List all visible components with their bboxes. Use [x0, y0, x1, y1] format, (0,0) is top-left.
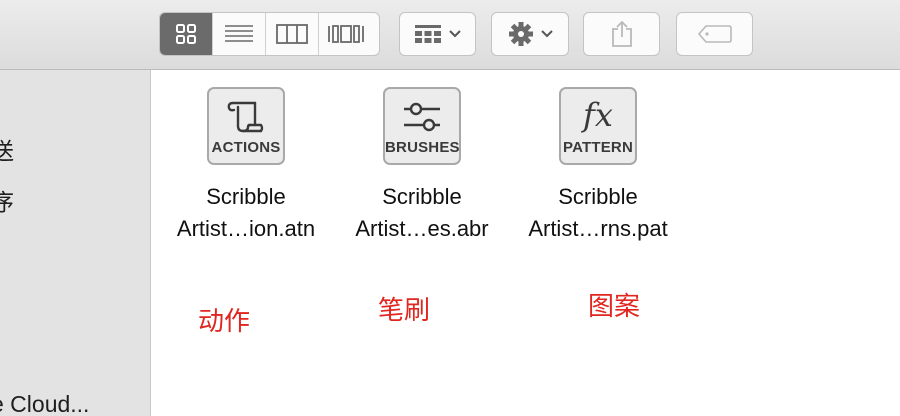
columns-icon: [276, 24, 308, 44]
file-type-badge: PATTERN: [562, 139, 633, 156]
icon-view-button[interactable]: [160, 13, 213, 55]
view-mode-segmented-control: [159, 12, 380, 56]
tag-button[interactable]: [676, 12, 753, 56]
chevron-down-icon: [449, 30, 461, 38]
grid-icon: [176, 24, 196, 44]
file-item-brushes[interactable]: BRUSHES Scribble Artist…es.abr: [334, 87, 510, 245]
file-name: Scribble Artist…ion.atn: [176, 184, 316, 241]
tag-icon: [697, 25, 732, 43]
file-item-actions[interactable]: ACTIONS Scribble Artist…ion.atn: [158, 87, 334, 245]
list-view-button[interactable]: [213, 13, 266, 55]
list-icon: [225, 25, 253, 42]
fx-icon: fx: [583, 96, 613, 134]
share-button[interactable]: [583, 12, 660, 56]
annotation-actions: 动作: [198, 307, 251, 337]
sidebar-item[interactable]: 送: [0, 132, 14, 166]
file-type-badge: BRUSHES: [385, 139, 460, 156]
sidebar-item[interactable]: 序: [0, 183, 14, 217]
file-type-badge: ACTIONS: [211, 139, 281, 156]
gear-icon: [508, 22, 533, 46]
sliders-icon: [404, 102, 440, 132]
group-by-button[interactable]: [399, 12, 476, 56]
file-icon: fx PATTERN: [559, 87, 637, 165]
sidebar: 送 序 e Cloud...: [0, 70, 151, 416]
group-icon: [415, 25, 441, 43]
scroll-icon: [227, 101, 264, 133]
file-browser-content: ACTIONS Scribble Artist…ion.atn BRUSHES: [151, 70, 900, 416]
gallery-icon: [327, 25, 364, 43]
file-icon: BRUSHES: [383, 87, 461, 165]
finder-toolbar: [0, 0, 900, 70]
file-name: Scribble Artist…es.abr: [355, 184, 489, 241]
file-item-pattern[interactable]: fx PATTERN Scribble Artist…rns.pat: [510, 87, 686, 245]
chevron-down-icon: [540, 30, 553, 38]
annotation-brushes: 笔刷: [378, 296, 431, 326]
share-icon: [611, 20, 632, 47]
column-view-button[interactable]: [266, 13, 319, 55]
sidebar-item-icloud[interactable]: e Cloud...: [0, 391, 89, 416]
action-menu-button[interactable]: [491, 12, 569, 56]
file-icon: ACTIONS: [207, 87, 285, 165]
annotation-pattern: 图案: [588, 292, 641, 322]
gallery-view-button[interactable]: [319, 13, 372, 55]
file-name: Scribble Artist…rns.pat: [528, 184, 668, 241]
